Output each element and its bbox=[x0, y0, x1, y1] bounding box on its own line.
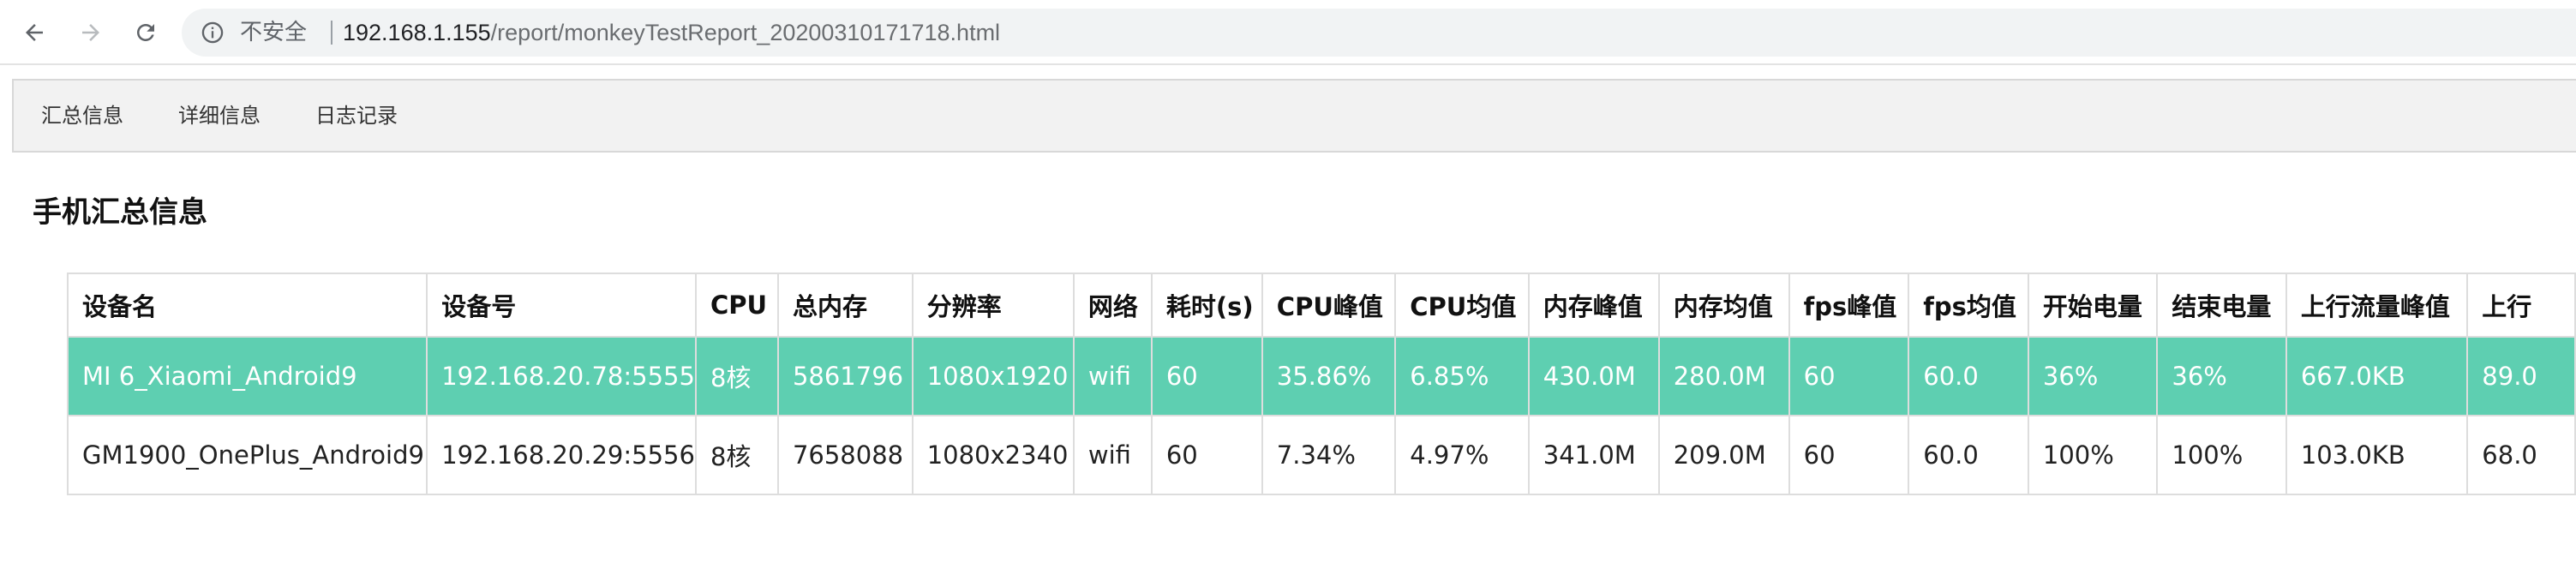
table-cell: 1080x1920 bbox=[911, 336, 1075, 416]
url-path: /report/monkeyTestReport_20200310171718.… bbox=[490, 20, 1001, 45]
tab-log[interactable]: 日志记录 bbox=[315, 81, 398, 151]
column-header: 上行流量峰值 bbox=[2285, 273, 2469, 338]
table-cell: 4.97% bbox=[1394, 415, 1530, 495]
tab-summary[interactable]: 汇总信息 bbox=[41, 81, 123, 151]
table-cell: 8核 bbox=[694, 415, 779, 495]
security-status-label: 不安全 bbox=[240, 20, 308, 45]
column-header: 结束电量 bbox=[2156, 273, 2287, 338]
table-cell: 103.0KB bbox=[2285, 415, 2469, 495]
reload-icon bbox=[137, 24, 154, 41]
page-title: 手机汇总信息 bbox=[33, 195, 207, 230]
table-cell: 60 bbox=[1788, 415, 1910, 495]
url-host: 192.168.1.155 bbox=[343, 20, 491, 45]
column-header: 分辨率 bbox=[911, 273, 1075, 338]
table-cell: 1080x2340 bbox=[911, 415, 1075, 495]
column-header: 开始电量 bbox=[2027, 273, 2159, 338]
tab-detail[interactable]: 详细信息 bbox=[178, 81, 261, 151]
column-header: fps峰值 bbox=[1788, 273, 1910, 338]
table-cell: wifi bbox=[1072, 415, 1153, 495]
arrow-left-icon bbox=[26, 24, 43, 41]
column-header: CPU峰值 bbox=[1261, 273, 1397, 338]
table-cell: 36% bbox=[2027, 336, 2159, 416]
table-cell: 430.0M bbox=[1527, 336, 1660, 416]
column-header: 内存峰值 bbox=[1527, 273, 1660, 338]
column-header: 网络 bbox=[1072, 273, 1153, 338]
column-header: fps均值 bbox=[1908, 273, 2029, 338]
column-header: 设备号 bbox=[426, 273, 697, 338]
table-cell: 60 bbox=[1150, 415, 1263, 495]
report-tab-bar: 汇总信息 详细信息 日志记录 bbox=[12, 79, 2576, 153]
table-cell: wifi bbox=[1072, 336, 1153, 416]
forward-button[interactable] bbox=[70, 12, 111, 53]
column-header: 设备名 bbox=[66, 273, 428, 338]
column-header: 内存均值 bbox=[1657, 273, 1790, 338]
table-header-row: 设备名 设备号 CPU 总内存 分辨率 网络 耗时(s) CPU峰值 CPU均值… bbox=[66, 273, 2576, 338]
table-cell: 100% bbox=[2156, 415, 2287, 495]
address-bar[interactable]: 不安全 192.168.1.155/report/monkeyTestRepor… bbox=[182, 9, 2576, 57]
column-header: CPU均值 bbox=[1394, 273, 1530, 338]
table-cell: 7.34% bbox=[1261, 415, 1397, 495]
column-header: 上行 bbox=[2466, 273, 2576, 338]
table-cell: 209.0M bbox=[1657, 415, 1790, 495]
table-cell: 100% bbox=[2027, 415, 2159, 495]
table-cell: 89.0 bbox=[2466, 336, 2576, 416]
url-text[interactable]: 192.168.1.155/report/monkeyTestReport_20… bbox=[343, 18, 1000, 47]
table-cell: 60.0 bbox=[1908, 415, 2029, 495]
browser-toolbar: 不安全 192.168.1.155/report/monkeyTestRepor… bbox=[0, 0, 2576, 65]
table-cell: 280.0M bbox=[1657, 336, 1790, 416]
table-cell: 36% bbox=[2156, 336, 2287, 416]
column-header: CPU bbox=[694, 273, 779, 338]
device-summary-table: 设备名 设备号 CPU 总内存 分辨率 网络 耗时(s) CPU峰值 CPU均值… bbox=[66, 273, 2576, 495]
reload-button[interactable] bbox=[125, 12, 166, 53]
table-cell: 7658088 bbox=[776, 415, 914, 495]
info-icon[interactable] bbox=[201, 21, 225, 45]
table-cell: 35.86% bbox=[1261, 336, 1397, 416]
table-row[interactable]: GM1900_OnePlus_Android9 192.168.20.29:55… bbox=[66, 415, 2576, 495]
table-cell: 60 bbox=[1150, 336, 1263, 416]
column-header: 耗时(s) bbox=[1150, 273, 1263, 338]
table-cell: GM1900_OnePlus_Android9 bbox=[66, 415, 428, 495]
table-cell: 60 bbox=[1788, 336, 1910, 416]
column-header: 总内存 bbox=[776, 273, 914, 338]
address-divider bbox=[331, 21, 332, 45]
table-cell: 341.0M bbox=[1527, 415, 1660, 495]
table-cell: 667.0KB bbox=[2285, 336, 2469, 416]
table-cell: 68.0 bbox=[2466, 415, 2576, 495]
table-cell: 60.0 bbox=[1908, 336, 2029, 416]
table-cell: MI 6_Xiaomi_Android9 bbox=[66, 336, 428, 416]
table-row[interactable]: MI 6_Xiaomi_Android9 192.168.20.78:5555 … bbox=[66, 336, 2576, 416]
table-cell: 8核 bbox=[694, 336, 779, 416]
table-cell: 192.168.20.29:5556 bbox=[426, 415, 697, 495]
table-cell: 6.85% bbox=[1394, 336, 1530, 416]
back-button[interactable] bbox=[14, 12, 55, 53]
table-cell: 5861796 bbox=[776, 336, 914, 416]
arrow-right-icon bbox=[82, 24, 99, 41]
table-cell: 192.168.20.78:5555 bbox=[426, 336, 697, 416]
